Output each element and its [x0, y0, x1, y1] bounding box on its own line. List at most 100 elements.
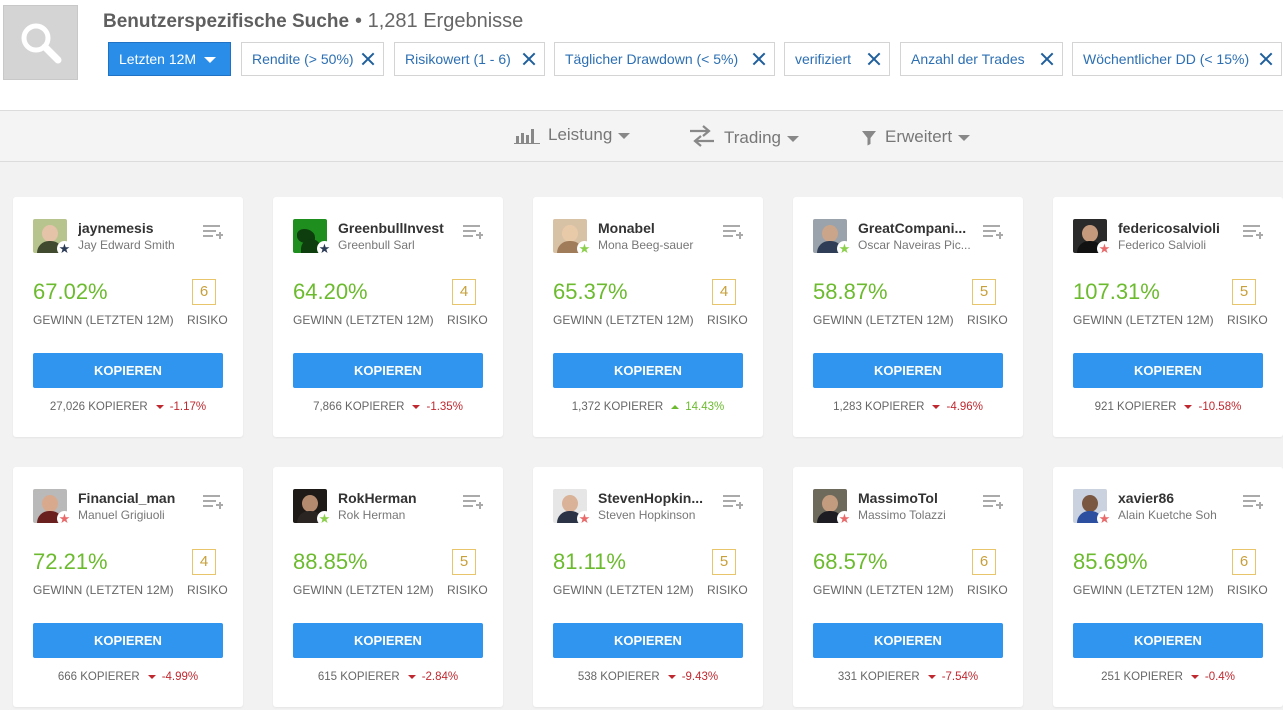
trader-username[interactable]: federicosalvioli	[1118, 220, 1243, 236]
add-to-watchlist-icon[interactable]	[1243, 225, 1263, 239]
gain-label: GEWINN (LETZTEN 12M)	[1073, 583, 1214, 597]
risk-label: RISIKO	[707, 583, 748, 597]
copy-button[interactable]: KOPIEREN	[33, 623, 223, 658]
add-to-watchlist-icon[interactable]	[203, 225, 223, 239]
trader-username[interactable]: Financial_man	[78, 490, 203, 506]
filter-chip-return[interactable]: Rendite (> 50%)	[241, 42, 384, 76]
filter-chip-label: Wöchentlicher DD (< 15%)	[1083, 51, 1250, 67]
copy-button[interactable]: KOPIEREN	[33, 353, 223, 388]
filter-chip-weekly-drawdown[interactable]: Wöchentlicher DD (< 15%)	[1072, 42, 1282, 76]
filter-chip-trade-count[interactable]: Anzahl der Trades	[900, 42, 1063, 76]
copiers-label: KOPIERER	[860, 671, 920, 683]
add-to-watchlist-icon[interactable]	[203, 495, 223, 509]
trader-card[interactable]: ★ Financial_man Manuel Grigiuoli 72.21% …	[13, 467, 243, 707]
copy-button[interactable]: KOPIEREN	[1073, 623, 1263, 658]
close-icon[interactable]	[522, 52, 536, 66]
risk-label: RISIKO	[187, 313, 228, 327]
copier-count: 251	[1101, 671, 1121, 683]
copier-change: -7.54%	[941, 671, 979, 683]
add-to-watchlist-icon[interactable]	[983, 225, 1003, 239]
risk-score-badge: 5	[452, 549, 476, 575]
filter-chip-label: Risikowert (1 - 6)	[405, 51, 511, 67]
close-icon[interactable]	[1259, 52, 1273, 66]
filter-chip-label: verifiziert	[795, 51, 852, 67]
search-button[interactable]	[3, 5, 78, 80]
add-to-watchlist-icon[interactable]	[983, 495, 1003, 509]
trader-card[interactable]: ★ MassimoTol Massimo Tolazzi 68.57% GEWI…	[793, 467, 1023, 707]
copier-count: 7,866	[313, 401, 342, 413]
trader-username[interactable]: RokHerman	[338, 490, 463, 506]
filter-chip-label: Täglicher Drawdown (< 5%)	[565, 51, 739, 67]
trader-real-name: Mona Beeg-sauer	[598, 238, 694, 252]
copiers-row: 331 KOPIERER -7.54%	[793, 671, 1023, 683]
copy-button[interactable]: KOPIEREN	[813, 623, 1003, 658]
trader-card[interactable]: ★ Monabel Mona Beeg-sauer 65.37% GEWINN …	[533, 197, 763, 437]
star-icon: ★	[1097, 241, 1112, 256]
risk-label: RISIKO	[967, 313, 1008, 327]
trader-card[interactable]: ★ xavier86 Alain Kuetche Soh 85.69% GEWI…	[1053, 467, 1283, 707]
filter-chip-verified[interactable]: verifiziert	[784, 42, 890, 76]
trader-username[interactable]: MassimoTol	[858, 490, 983, 506]
copier-change: -1.17%	[169, 401, 207, 413]
copy-button[interactable]: KOPIEREN	[813, 353, 1003, 388]
filter-chip-daily-drawdown[interactable]: Täglicher Drawdown (< 5%)	[554, 42, 775, 76]
filter-chip-risk[interactable]: Risikowert (1 - 6)	[394, 42, 545, 76]
copiers-row: 7,866 KOPIERER -1.35%	[273, 401, 503, 413]
copy-button[interactable]: KOPIEREN	[1073, 353, 1263, 388]
trader-card[interactable]: ★ federicosalvioli Federico Salvioli 107…	[1053, 197, 1283, 437]
trader-username[interactable]: jaynemesis	[78, 220, 203, 236]
star-icon: ★	[317, 511, 332, 526]
triangle-down-icon	[147, 674, 156, 679]
close-icon[interactable]	[752, 52, 766, 66]
copy-button[interactable]: KOPIEREN	[293, 353, 483, 388]
trader-username[interactable]: Monabel	[598, 220, 723, 236]
add-to-watchlist-icon[interactable]	[723, 225, 743, 239]
header: Benutzerspezifische Suche • 1,281 Ergebni…	[0, 0, 1283, 110]
triangle-down-icon	[155, 404, 164, 409]
triangle-down-icon	[412, 404, 421, 409]
add-to-watchlist-icon[interactable]	[463, 495, 483, 509]
copier-change: -1.35%	[426, 401, 463, 413]
advanced-dropdown[interactable]: Erweitert	[861, 127, 971, 147]
gain-value: 58.87%	[813, 279, 888, 304]
close-icon[interactable]	[361, 52, 375, 66]
gain-label: GEWINN (LETZTEN 12M)	[293, 583, 434, 597]
trader-username[interactable]: GreatCompani...	[858, 220, 983, 236]
search-icon	[21, 23, 62, 64]
trading-dropdown[interactable]: Trading	[688, 125, 800, 148]
copiers-label: KOPIERER	[340, 671, 400, 683]
gain-value: 65.37%	[553, 279, 628, 304]
trader-username[interactable]: GreenbullInvest	[338, 220, 463, 236]
add-to-watchlist-icon[interactable]	[1243, 495, 1263, 509]
copy-button[interactable]: KOPIEREN	[553, 353, 743, 388]
triangle-down-icon	[932, 404, 941, 409]
risk-score-badge: 5	[712, 549, 736, 575]
trader-card[interactable]: ★ jaynemesis Jay Edward Smith 67.02% GEW…	[13, 197, 243, 437]
close-icon[interactable]	[867, 52, 881, 66]
risk-score-badge: 6	[972, 549, 996, 575]
close-icon[interactable]	[1040, 52, 1054, 66]
risk-score-badge: 4	[192, 549, 216, 575]
performance-dropdown[interactable]: Leistung	[514, 125, 631, 145]
risk-score-badge: 4	[712, 279, 736, 305]
add-to-watchlist-icon[interactable]	[463, 225, 483, 239]
trader-real-name: Steven Hopkinson	[598, 508, 696, 522]
trader-username[interactable]: xavier86	[1118, 490, 1243, 506]
trader-card[interactable]: ★ GreenbullInvest Greenbull Sarl 64.20% …	[273, 197, 503, 437]
period-dropdown[interactable]: Letzten 12M	[108, 42, 231, 76]
trader-card[interactable]: ★ GreatCompani... Oscar Naveiras Pic... …	[793, 197, 1023, 437]
trader-card[interactable]: ★ StevenHopkin... Steven Hopkinson 81.11…	[533, 467, 763, 707]
risk-label: RISIKO	[967, 583, 1008, 597]
chevron-down-icon	[618, 132, 631, 139]
copy-button[interactable]: KOPIEREN	[293, 623, 483, 658]
copier-change: -4.96%	[946, 401, 983, 413]
risk-label: RISIKO	[707, 313, 748, 327]
copy-button[interactable]: KOPIEREN	[553, 623, 743, 658]
copiers-label: KOPIERER	[603, 401, 664, 413]
copiers-row: 251 KOPIERER -0.4%	[1053, 671, 1283, 683]
trader-card[interactable]: ★ RokHerman Rok Herman 88.85% GEWINN (LE…	[273, 467, 503, 707]
trader-username[interactable]: StevenHopkin...	[598, 490, 723, 506]
copier-count: 1,372	[571, 401, 601, 413]
add-to-watchlist-icon[interactable]	[723, 495, 743, 509]
triangle-down-icon	[407, 674, 416, 679]
